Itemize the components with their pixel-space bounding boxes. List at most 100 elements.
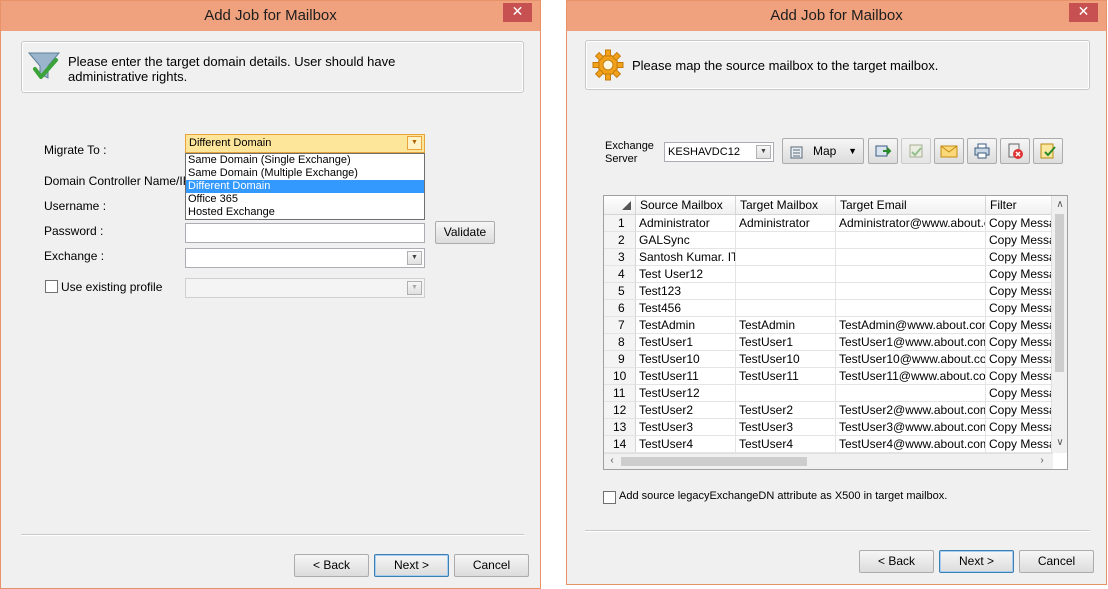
delete-button[interactable] xyxy=(1000,138,1030,164)
table-row[interactable]: 2GALSync Copy Messag xyxy=(604,232,1054,249)
filter-cell[interactable]: Copy Messag xyxy=(986,317,1054,334)
vertical-scrollbar[interactable]: ∧ ∨ xyxy=(1051,196,1067,453)
target-email-cell[interactable] xyxy=(836,232,986,249)
target-mailbox-cell[interactable]: TestUser2 xyxy=(736,402,836,419)
target-email-cell[interactable]: TestUser4@www.about.com xyxy=(836,436,986,453)
target-mailbox-cell[interactable]: TestUser11 xyxy=(736,368,836,385)
row-number[interactable]: 11 xyxy=(604,385,636,402)
chevron-down-icon[interactable]: ▼ xyxy=(407,281,422,295)
target-mailbox-cell[interactable] xyxy=(736,232,836,249)
table-row[interactable]: 4Test User12 Copy Messag xyxy=(604,266,1054,283)
export-button[interactable] xyxy=(868,138,898,164)
exchange-select[interactable]: ▼ xyxy=(185,248,425,268)
row-number[interactable]: 9 xyxy=(604,351,636,368)
vertical-scroll-thumb[interactable] xyxy=(1055,214,1064,372)
validate-button[interactable]: Validate xyxy=(435,221,495,244)
source-mailbox-cell[interactable]: TestUser1 xyxy=(636,334,736,351)
right-close-button[interactable]: ✕ xyxy=(1069,3,1098,22)
source-mailbox-cell[interactable]: Test123 xyxy=(636,283,736,300)
password-field[interactable] xyxy=(185,223,425,243)
target-mailbox-cell[interactable]: Administrator xyxy=(736,215,836,232)
source-mailbox-cell[interactable]: Test User12 xyxy=(636,266,736,283)
source-mailbox-cell[interactable]: Santosh Kumar. IT xyxy=(636,249,736,266)
source-mailbox-cell[interactable]: TestUser11 xyxy=(636,368,736,385)
x500-checkbox[interactable] xyxy=(603,491,616,504)
table-row[interactable]: 3Santosh Kumar. IT Copy Messag xyxy=(604,249,1054,266)
row-number[interactable]: 1 xyxy=(604,215,636,232)
cancel-button[interactable]: Cancel xyxy=(1019,550,1094,573)
migrate-option[interactable]: Office 365 xyxy=(186,193,424,206)
filter-cell[interactable]: Copy Messag xyxy=(986,215,1054,232)
row-number[interactable]: 12 xyxy=(604,402,636,419)
target-mailbox-cell[interactable] xyxy=(736,300,836,317)
row-number[interactable]: 5 xyxy=(604,283,636,300)
scroll-up-icon[interactable]: ∧ xyxy=(1052,198,1067,212)
table-row[interactable]: 9 TestUser10 TestUser10 TestUser10@www.abou… xyxy=(604,351,1054,368)
source-mailbox-cell[interactable]: GALSync xyxy=(636,232,736,249)
source-mailbox-cell[interactable]: TestUser4 xyxy=(636,436,736,453)
target-email-cell[interactable]: TestUser10@www.about.com xyxy=(836,351,986,368)
scroll-left-icon[interactable]: ‹ xyxy=(604,454,620,468)
migrate-option[interactable]: Hosted Exchange xyxy=(186,206,424,219)
next-button[interactable]: Next > xyxy=(374,554,449,577)
migrate-option-selected[interactable]: Different Domain xyxy=(186,180,424,193)
filter-cell[interactable]: Copy Messag xyxy=(986,283,1054,300)
column-header-email[interactable]: Target Email xyxy=(836,196,986,215)
mail-button[interactable] xyxy=(934,138,964,164)
chevron-down-icon[interactable]: ▼ xyxy=(756,145,771,159)
target-email-cell[interactable]: TestUser2@www.about.com xyxy=(836,402,986,419)
check-button[interactable] xyxy=(1033,138,1063,164)
chevron-down-icon[interactable]: ▼ xyxy=(407,251,422,265)
cancel-button[interactable]: Cancel xyxy=(454,554,529,577)
map-button[interactable]: Map ▼ xyxy=(782,138,864,164)
target-mailbox-cell[interactable]: TestUser1 xyxy=(736,334,836,351)
source-mailbox-cell[interactable]: Test456 xyxy=(636,300,736,317)
use-existing-profile-checkbox[interactable] xyxy=(45,280,58,293)
table-row[interactable]: 11TestUser12 Copy Messag xyxy=(604,385,1054,402)
row-number[interactable]: 4 xyxy=(604,266,636,283)
target-email-cell[interactable] xyxy=(836,283,986,300)
target-email-cell[interactable]: TestUser3@www.about.com xyxy=(836,419,986,436)
target-mailbox-cell[interactable] xyxy=(736,283,836,300)
table-row[interactable]: 6Test456 Copy Messag xyxy=(604,300,1054,317)
migrate-option[interactable]: Same Domain (Multiple Exchange) xyxy=(186,167,424,180)
source-mailbox-cell[interactable]: TestUser10 xyxy=(636,351,736,368)
chevron-down-icon[interactable]: ▼ xyxy=(407,136,422,150)
target-mailbox-cell[interactable]: TestAdmin xyxy=(736,317,836,334)
table-row[interactable]: 1 Administrator Administrator Administrator… xyxy=(604,215,1054,232)
back-button[interactable]: < Back xyxy=(294,554,369,577)
table-row[interactable]: 12 TestUser2 TestUser2 TestUser2@www.about.… xyxy=(604,402,1054,419)
table-row[interactable]: 7 TestAdmin TestAdmin TestAdmin@www.about.c… xyxy=(604,317,1054,334)
filter-cell[interactable]: Copy Messag xyxy=(986,436,1054,453)
filter-cell[interactable]: Copy Messag xyxy=(986,385,1054,402)
row-number[interactable]: 14 xyxy=(604,436,636,453)
filter-cell[interactable]: Copy Messag xyxy=(986,419,1054,436)
target-mailbox-cell[interactable] xyxy=(736,266,836,283)
exchange-server-select[interactable]: KESHAVDC12 ▼ xyxy=(664,142,774,162)
target-mailbox-cell[interactable] xyxy=(736,385,836,402)
target-email-cell[interactable]: Administrator@www.about.c... xyxy=(836,215,986,232)
filter-cell[interactable]: Copy Messag xyxy=(986,300,1054,317)
table-row[interactable]: 14 TestUser4 TestUser4 TestUser4@www.about.… xyxy=(604,436,1054,453)
horizontal-scrollbar[interactable]: ‹ › xyxy=(604,453,1053,469)
migrate-to-select[interactable]: Different Domain ▼ xyxy=(185,134,425,153)
source-mailbox-cell[interactable]: Administrator xyxy=(636,215,736,232)
target-email-cell[interactable]: TestUser1@www.about.com xyxy=(836,334,986,351)
row-number[interactable]: 8 xyxy=(604,334,636,351)
scroll-down-icon[interactable]: ∨ xyxy=(1052,436,1067,450)
migrate-option[interactable]: Same Domain (Single Exchange) xyxy=(186,154,424,167)
filter-cell[interactable]: Copy Messag xyxy=(986,232,1054,249)
target-email-cell[interactable]: TestAdmin@www.about.com xyxy=(836,317,986,334)
row-number[interactable]: 7 xyxy=(604,317,636,334)
table-row[interactable]: 8 TestUser1 TestUser1 TestUser1@www.about.c… xyxy=(604,334,1054,351)
back-button[interactable]: < Back xyxy=(859,550,934,573)
column-header-target[interactable]: Target Mailbox xyxy=(736,196,836,215)
target-email-cell[interactable] xyxy=(836,300,986,317)
column-header-source[interactable]: Source Mailbox xyxy=(636,196,736,215)
filter-cell[interactable]: Copy Messag xyxy=(986,402,1054,419)
left-close-button[interactable]: ✕ xyxy=(503,3,532,22)
target-mailbox-cell[interactable]: TestUser4 xyxy=(736,436,836,453)
table-row[interactable]: 10 TestUser11 TestUser11 TestUser11@www.abo… xyxy=(604,368,1054,385)
target-email-cell[interactable] xyxy=(836,385,986,402)
table-row[interactable]: 13 TestUser3 TestUser3 TestUser3@www.about.… xyxy=(604,419,1054,436)
